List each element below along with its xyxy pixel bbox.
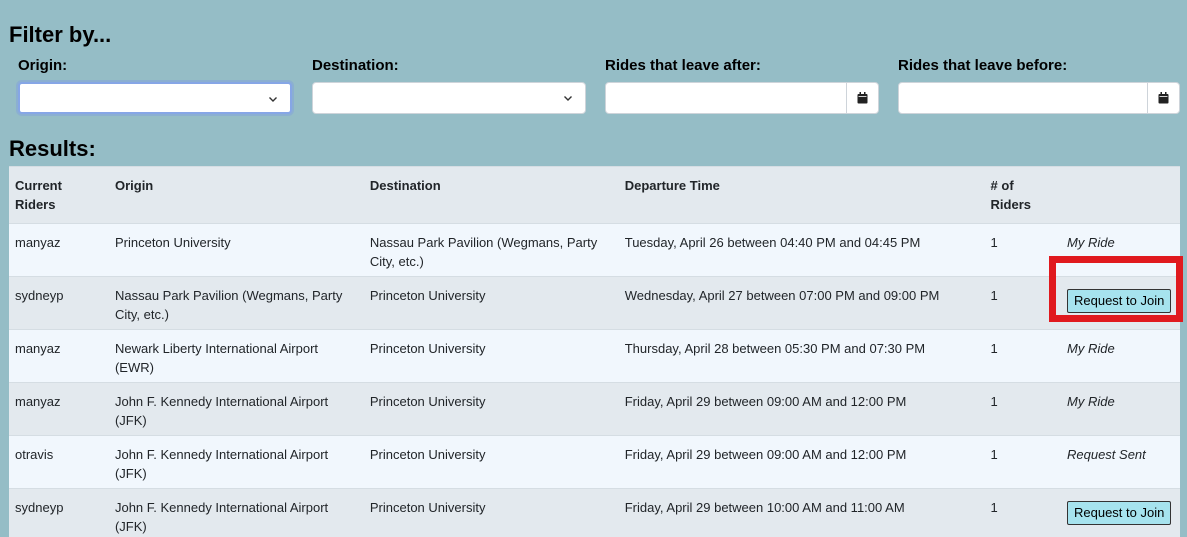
calendar-icon[interactable] xyxy=(1147,83,1179,113)
rider-count-cell: 1 xyxy=(984,435,1061,489)
rider-count-cell: 1 xyxy=(984,329,1061,383)
rider-count-cell: 1 xyxy=(984,488,1061,537)
leave-before-filter: Rides that leave before: xyxy=(898,57,1180,114)
leave-after-label: Rides that leave after: xyxy=(605,57,761,74)
departure-time-cell: Friday, April 29 between 09:00 AM and 12… xyxy=(618,435,985,489)
highlight-annotation-box xyxy=(1049,256,1183,322)
column-header-destination: Destination xyxy=(363,166,619,224)
results-heading: Results: xyxy=(9,136,96,161)
ride-status: Request Sent xyxy=(1061,435,1180,489)
table-row: sydneyp Nassau Park Pavilion (Wegmans, P… xyxy=(9,276,1180,330)
action-cell: Request to Join xyxy=(1061,488,1180,537)
rider-count-cell: 1 xyxy=(984,382,1061,436)
table-row: manyaz John F. Kennedy International Air… xyxy=(9,382,1180,436)
departure-time-cell: Friday, April 29 between 10:00 AM and 11… xyxy=(618,488,985,537)
departure-time-cell: Friday, April 29 between 09:00 AM and 12… xyxy=(618,382,985,436)
destination-label: Destination: xyxy=(312,57,399,74)
rider-cell: manyaz xyxy=(9,223,109,277)
leave-after-filter: Rides that leave after: xyxy=(605,57,879,114)
leave-before-input[interactable] xyxy=(898,82,1180,114)
leave-after-input[interactable] xyxy=(605,82,879,114)
table-row: sydneyp John F. Kennedy International Ai… xyxy=(9,488,1180,537)
destination-cell: Princeton University xyxy=(363,488,619,537)
origin-cell: Newark Liberty International Airport (EW… xyxy=(108,329,364,383)
departure-time-cell: Tuesday, April 26 between 04:40 PM and 0… xyxy=(618,223,985,277)
destination-select[interactable] xyxy=(312,82,586,114)
origin-cell: Princeton University xyxy=(108,223,364,277)
rider-cell: otravis xyxy=(9,435,109,489)
origin-cell: Nassau Park Pavilion (Wegmans, Party Cit… xyxy=(108,276,364,330)
origin-label: Origin: xyxy=(18,57,68,74)
ride-status: My Ride xyxy=(1061,382,1180,436)
table-header-row: Current Riders Origin Destination Depart… xyxy=(9,166,1180,224)
chevron-down-icon xyxy=(268,94,278,104)
rider-cell: sydneyp xyxy=(9,488,109,537)
table-row: otravis John F. Kennedy International Ai… xyxy=(9,435,1180,489)
column-header-current-riders: Current Riders xyxy=(9,166,109,224)
origin-cell: John F. Kennedy International Airport (J… xyxy=(108,435,364,489)
column-header-origin: Origin xyxy=(108,166,364,224)
destination-cell: Princeton University xyxy=(363,329,619,383)
ride-status: My Ride xyxy=(1061,329,1180,383)
results-table: Current Riders Origin Destination Depart… xyxy=(9,166,1180,537)
origin-cell: John F. Kennedy International Airport (J… xyxy=(108,382,364,436)
column-header-rider-count: # of Riders xyxy=(984,166,1061,224)
origin-cell: John F. Kennedy International Airport (J… xyxy=(108,488,364,537)
table-row: manyaz Princeton University Nassau Park … xyxy=(9,223,1180,277)
destination-cell: Princeton University xyxy=(363,435,619,489)
column-header-departure-time: Departure Time xyxy=(618,166,985,224)
departure-time-cell: Thursday, April 28 between 05:30 PM and … xyxy=(618,329,985,383)
leave-before-label: Rides that leave before: xyxy=(898,57,1068,74)
departure-time-cell: Wednesday, April 27 between 07:00 PM and… xyxy=(618,276,985,330)
destination-cell: Princeton University xyxy=(363,276,619,330)
request-to-join-button[interactable]: Request to Join xyxy=(1067,501,1172,525)
rider-cell: manyaz xyxy=(9,382,109,436)
destination-cell: Princeton University xyxy=(363,382,619,436)
table-row: manyaz Newark Liberty International Airp… xyxy=(9,329,1180,383)
origin-filter: Origin: xyxy=(18,57,292,114)
chevron-down-icon xyxy=(563,93,573,103)
rider-cell: manyaz xyxy=(9,329,109,383)
calendar-icon[interactable] xyxy=(846,83,878,113)
filter-heading: Filter by... xyxy=(9,22,112,47)
filter-bar: Origin: Destination: Rides that leave af… xyxy=(18,57,1180,117)
rider-cell: sydneyp xyxy=(9,276,109,330)
column-header-action xyxy=(1061,166,1180,224)
origin-select[interactable] xyxy=(18,82,292,114)
destination-filter: Destination: xyxy=(312,57,586,114)
destination-cell: Nassau Park Pavilion (Wegmans, Party Cit… xyxy=(363,223,619,277)
